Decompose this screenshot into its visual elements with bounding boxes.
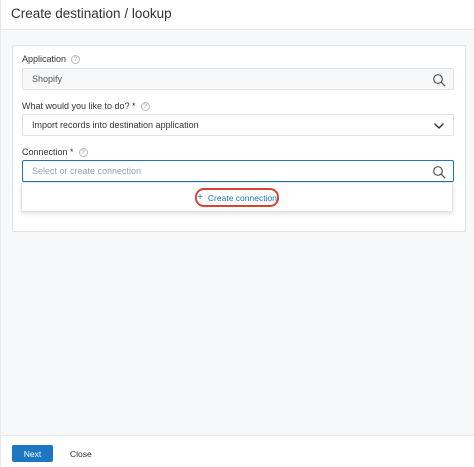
close-button[interactable]: Close — [70, 445, 92, 462]
drawer-footer: Next Close — [1, 435, 474, 467]
next-button[interactable]: Next — [12, 445, 53, 462]
application-help-icon[interactable]: ? — [71, 54, 81, 64]
application-field[interactable]: Shopify — [22, 68, 454, 90]
connection-label: Connection * — [22, 147, 74, 157]
action-help-icon[interactable]: ? — [140, 101, 150, 111]
connection-input[interactable]: Select or create connection — [22, 160, 454, 182]
connection-dropdown: + Create connection — [21, 182, 453, 212]
create-destination-drawer: Create destination / lookup Application … — [0, 0, 474, 467]
drawer-body: Application ? Shopify What would you lik… — [1, 31, 474, 435]
connection-placeholder: Select or create connection — [32, 166, 142, 176]
search-icon[interactable] — [432, 165, 446, 179]
application-label: Application — [22, 54, 67, 64]
create-connection-label: Create connection — [207, 192, 277, 203]
action-label: What would you like to do? * — [22, 101, 136, 111]
action-select[interactable]: Import records into destination applicat… — [22, 114, 454, 136]
chevron-down-icon[interactable] — [432, 119, 446, 133]
application-value: Shopify — [32, 74, 63, 84]
plus-icon: + — [197, 192, 203, 203]
page-title: Create destination / lookup — [11, 6, 172, 21]
action-value: Import records into destination applicat… — [32, 120, 199, 130]
drawer-header: Create destination / lookup — [1, 0, 474, 30]
create-connection-button[interactable]: + Create connection — [195, 188, 279, 207]
connection-help-icon[interactable]: ? — [78, 147, 88, 157]
search-icon[interactable] — [432, 73, 446, 87]
application-label-row: Application ? — [22, 54, 81, 64]
action-label-row: What would you like to do? * ? — [22, 101, 150, 111]
connection-label-row: Connection * ? — [22, 147, 88, 157]
